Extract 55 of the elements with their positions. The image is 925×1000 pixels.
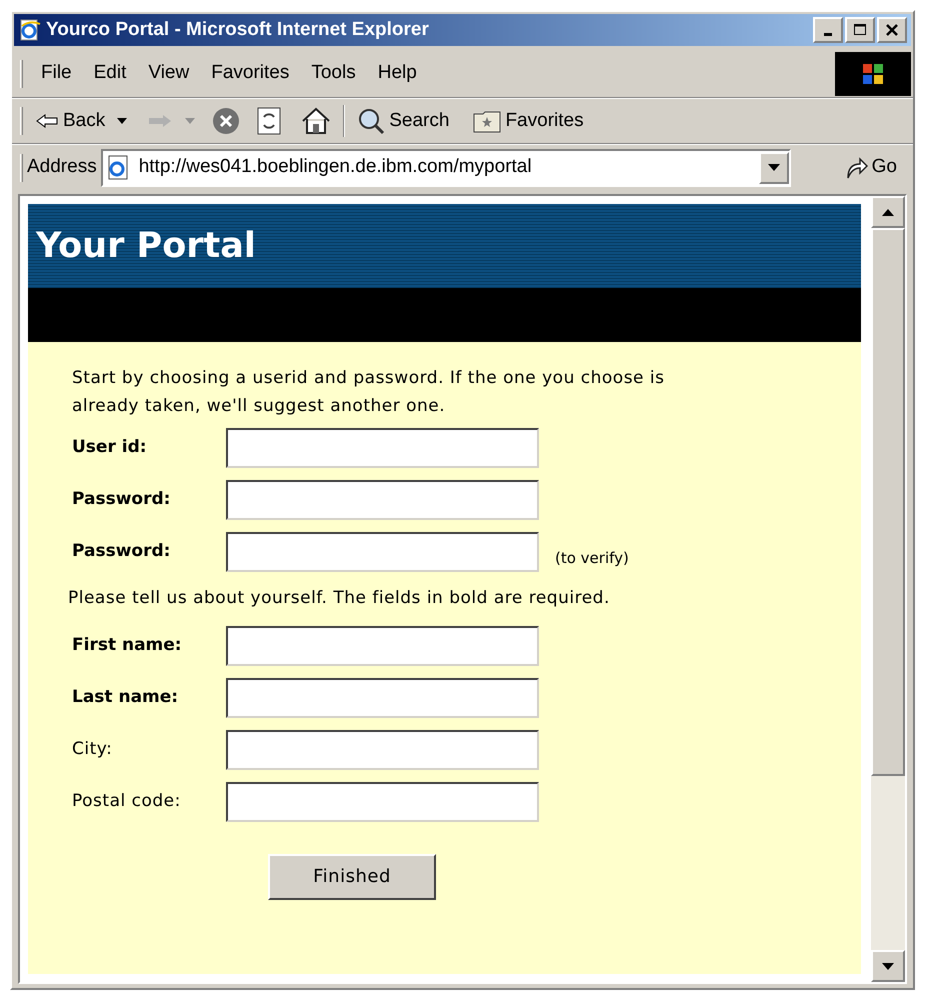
window-title: Yourco Portal - Microsoft Internet Explorer xyxy=(46,18,429,42)
minimize-button[interactable] xyxy=(813,17,843,43)
field-label: Last name: xyxy=(71,686,180,709)
menu-item[interactable]: Help xyxy=(372,59,423,88)
scroll-up-button[interactable] xyxy=(871,196,905,228)
field-label: First name: xyxy=(71,634,183,657)
go-button[interactable]: Go xyxy=(844,153,897,182)
menu-item[interactable]: File xyxy=(35,59,78,88)
input-field[interactable] xyxy=(226,782,539,822)
minimize-icon xyxy=(824,32,832,36)
address-label: Address xyxy=(27,155,97,180)
search-icon xyxy=(357,107,386,135)
input-field[interactable] xyxy=(226,730,539,770)
input-field[interactable] xyxy=(226,428,539,468)
banner-title: Your Portal xyxy=(36,224,256,268)
close-icon xyxy=(884,23,900,37)
field-label: User id: xyxy=(71,436,148,460)
close-button[interactable] xyxy=(877,17,907,43)
scroll-down-button[interactable] xyxy=(871,950,905,982)
input-field[interactable] xyxy=(226,626,539,666)
scroll-thumb[interactable] xyxy=(871,228,905,776)
refresh-icon[interactable] xyxy=(257,107,282,135)
finished-button[interactable]: Finished xyxy=(268,854,436,900)
field-label: Postal code: xyxy=(71,790,182,813)
maximize-button[interactable] xyxy=(845,17,875,43)
stop-icon[interactable] xyxy=(211,106,242,136)
hint-text: (to verify) xyxy=(555,548,629,569)
field-label: City: xyxy=(71,738,114,761)
address-field[interactable]: http://wes041.boeblingen.de.ibm.com/myportal xyxy=(100,148,791,186)
favorites-button[interactable]: Favorites xyxy=(473,106,584,136)
input-field[interactable] xyxy=(226,480,539,520)
field-label: Password: xyxy=(71,488,172,512)
browser-icon xyxy=(18,18,42,42)
down-arrow-icon xyxy=(882,962,894,970)
menu-item[interactable]: Edit xyxy=(88,59,132,88)
input-field[interactable] xyxy=(226,532,539,572)
about-text: Please tell us about yourself. The fields in bold are required. xyxy=(68,587,611,610)
menu-item[interactable]: Tools xyxy=(305,59,362,88)
intro-text: Start by choosing a userid and password. If the one you choose is already taken, we'll suggest another one. xyxy=(72,367,666,418)
up-arrow-icon xyxy=(882,208,894,216)
address-text: http://wes041.boeblingen.de.ibm.com/myportal xyxy=(138,155,532,180)
search-button[interactable]: Search xyxy=(357,106,450,136)
folder-star-icon xyxy=(473,109,502,133)
menu-item[interactable]: Favorites xyxy=(205,59,296,88)
back-arrow-icon xyxy=(35,113,59,129)
back-button[interactable]: Back xyxy=(35,106,106,136)
dropdown-icon[interactable] xyxy=(117,118,128,124)
dropdown-button[interactable] xyxy=(758,152,789,184)
scrollbar[interactable] xyxy=(871,196,905,982)
home-icon[interactable] xyxy=(301,107,332,135)
input-field[interactable] xyxy=(226,678,539,718)
field-label: Password: xyxy=(71,540,172,564)
menu-item[interactable]: View xyxy=(142,59,196,88)
dropdown-arrow-icon xyxy=(768,164,780,171)
maximize-icon xyxy=(852,23,868,37)
